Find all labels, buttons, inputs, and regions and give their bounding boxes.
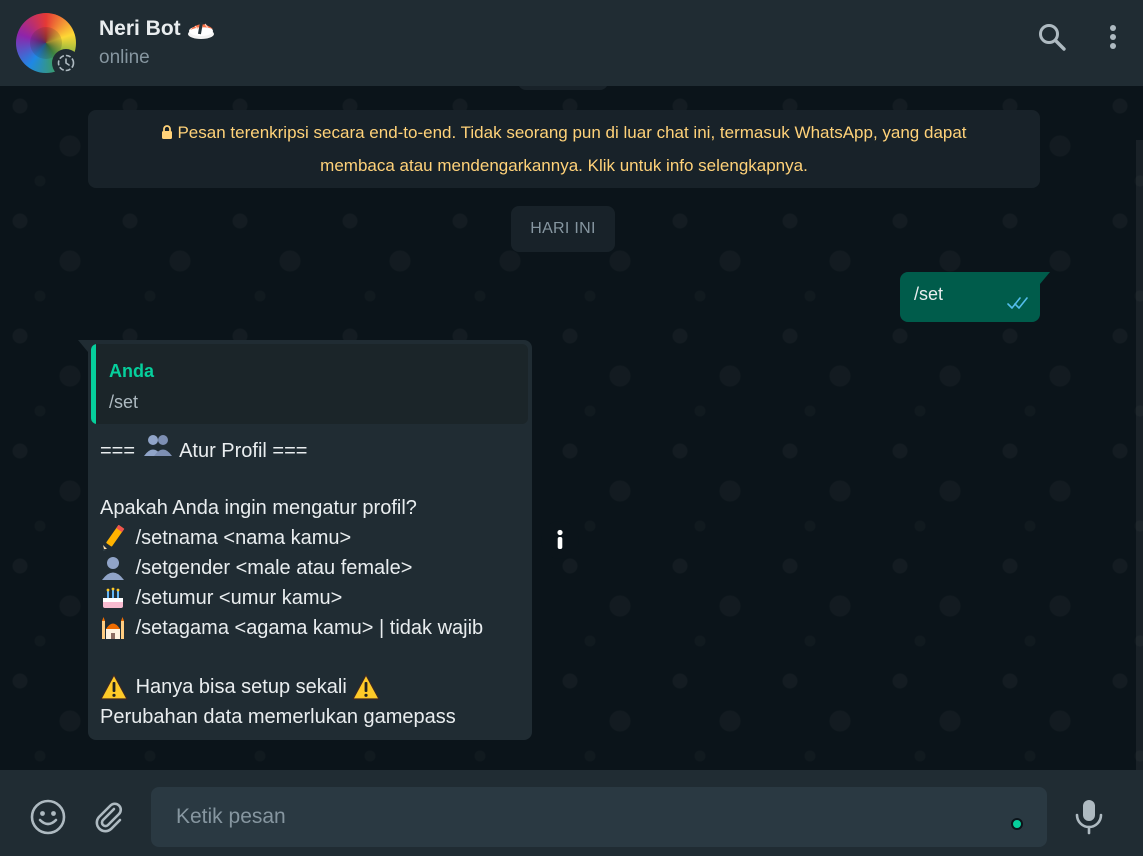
conversation-panel[interactable]: Pesan terenkripsi secara end-to-end. Tid… [0,86,1143,770]
encryption-text-2: membaca atau mendengarkannya. Klik untuk… [320,156,808,175]
outgoing-message[interactable]: /set [900,272,1050,322]
cake-icon [100,585,130,611]
message-input-placeholder: Ketik pesan [176,805,286,828]
chat-header: Neri Bot online [0,0,1143,86]
message-line: /setnama <nama kamu> [100,523,525,553]
encryption-text-1: Pesan terenkripsi secara end-to-end. Tid… [177,123,967,142]
people-icon [141,432,175,458]
message-line: /setumur <umur kamu> [100,583,525,613]
contact-name-row: Neri Bot [99,17,217,41]
bubble-tail [1040,272,1050,284]
search-icon[interactable] [1037,22,1067,52]
scrollbar[interactable] [1136,140,1143,770]
warning-icon [100,674,130,700]
attach-icon[interactable] [92,800,126,834]
date-chip: HARI INI [511,206,615,252]
quoted-message[interactable]: Anda /set [91,344,528,424]
menu-dots-icon[interactable] [1109,23,1117,51]
warning-icon [352,674,382,700]
bubble-tail [78,340,88,352]
message-line: /setagama <agama kamu> | tidak wajib [100,613,525,643]
message-line: /setgender <male atau female> [100,553,525,583]
info-icon[interactable] [541,521,579,559]
message-line: Perubahan data memerlukan gamepass [100,702,525,732]
status-update-icon [52,49,80,77]
message-input[interactable]: Ketik pesan [151,787,1047,847]
composer-bar: Ketik pesan [0,770,1143,856]
previous-message-edge [518,86,608,90]
message-line-text: Perubahan data memerlukan gamepass [100,706,456,728]
message-line-text: /setnama <nama kamu> [135,527,352,549]
encryption-notice[interactable]: Pesan terenkripsi secara end-to-end. Tid… [88,110,1040,188]
message-line: Apakah Anda ingin mengatur profil? [100,493,525,523]
lock-icon [161,118,173,150]
incoming-message[interactable]: Anda /set === Atur Profil === Apakah Anda… [78,340,532,740]
quote-accent-bar [91,344,96,424]
message-line-text: Hanya bisa setup sekali [135,676,347,698]
message-line-text: /setgender <male atau female> [135,557,413,579]
emoji-icon[interactable] [29,798,67,836]
outgoing-message-text: /set [914,284,944,304]
message-line-text: /setumur <umur kamu> [135,587,343,609]
contact-info[interactable]: Neri Bot online [99,17,217,69]
input-status-dot [1011,818,1023,830]
message-line-text: Apakah Anda ingin mengatur profil? [100,497,417,519]
contact-name: Neri Bot [99,17,181,40]
contact-avatar[interactable] [16,13,80,77]
read-receipt-icon [1006,296,1030,315]
quote-text: /set [109,392,139,412]
quote-author: Anda [109,361,154,381]
contact-status: online [99,47,150,68]
message-line: === Atur Profil === [100,434,525,464]
message-line-text: === Atur Profil === [100,432,307,466]
header-actions [1037,22,1117,52]
incoming-message-body: === Atur Profil === Apakah Anda ingin men… [100,434,525,732]
person-icon [100,555,130,581]
sushi-icon [187,17,217,41]
pencil-icon [100,525,130,551]
encryption-notice-line-1: Pesan terenkripsi secara end-to-end. Tid… [88,117,1040,150]
message-line: Hanya bisa setup sekali [100,672,525,702]
mosque-icon [100,615,130,641]
mic-icon[interactable] [1073,798,1105,836]
message-line-text: /setagama <agama kamu> | tidak wajib [135,617,484,639]
